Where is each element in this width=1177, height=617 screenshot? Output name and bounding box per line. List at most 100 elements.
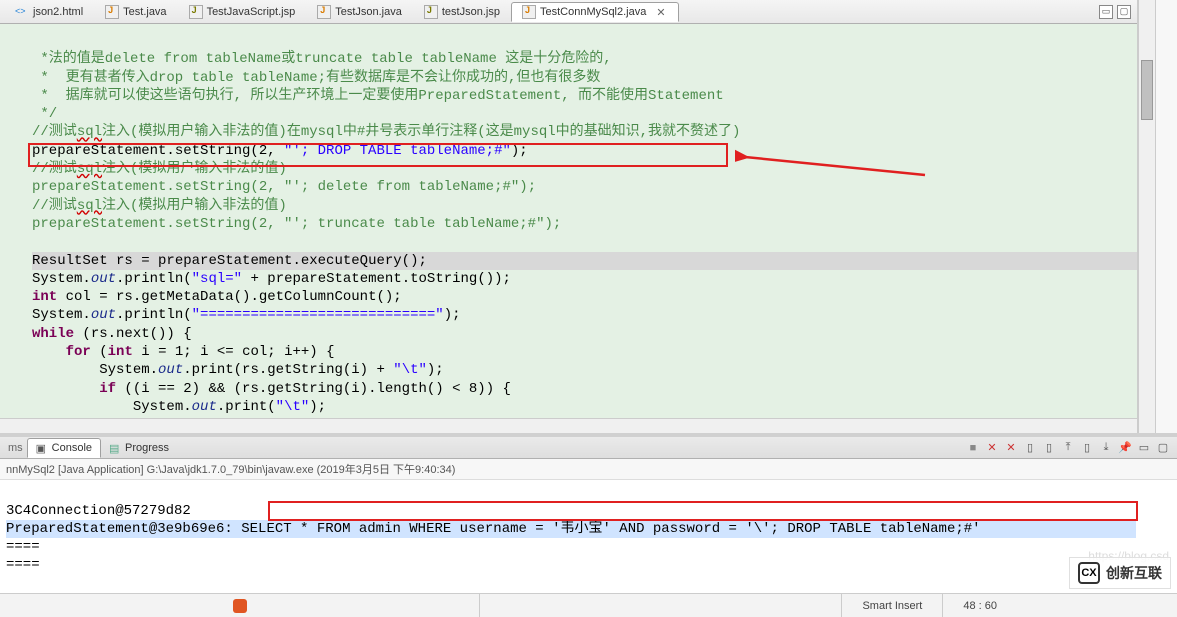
terminate-button[interactable]: ■ <box>965 440 981 456</box>
pin-button[interactable]: ⤓ <box>1098 440 1114 456</box>
code-field: out <box>192 399 217 415</box>
console-text: SELECT * FROM admin WHERE username = '韦小… <box>241 521 980 537</box>
tab-json2[interactable]: json2.html <box>4 2 94 22</box>
code-indent <box>32 362 99 378</box>
comment-line: *法的值是delete from tableName或truncate tabl… <box>32 51 612 67</box>
logo-mark-icon: CX <box>1078 562 1100 584</box>
tab-label: TestJson.java <box>335 6 402 18</box>
code-text: ); <box>444 307 461 323</box>
remove-launch-button[interactable]: ✕ <box>984 440 1000 456</box>
code-text: System. <box>32 271 91 287</box>
code-string: "\t" <box>276 399 310 415</box>
code-string: "'; DROP TABLE tableName;#" <box>284 143 511 159</box>
java-icon <box>317 5 331 19</box>
jsp-icon <box>424 5 438 19</box>
code-text: System. <box>99 362 158 378</box>
status-bar: Smart Insert 48 : 60 <box>0 593 1177 617</box>
status-position: 48 : 60 <box>942 594 1017 617</box>
code-text: col = rs.getMetaData().getColumnCount(); <box>57 289 401 305</box>
code-text: ); <box>511 143 528 159</box>
tab-label: TestJavaScript.jsp <box>207 6 296 18</box>
comment-text: prepareStatement <box>32 179 166 195</box>
code-indent <box>32 381 99 397</box>
comment-text: "'; truncate table tableName;#" <box>284 216 544 232</box>
editor-tabbar: json2.html Test.java TestJavaScript.jsp … <box>0 0 1137 24</box>
tab-progress[interactable]: Progress <box>101 438 177 458</box>
tab-label: testJson.jsp <box>442 6 500 18</box>
comment-text: "'; delete from tableName;#" <box>284 179 519 195</box>
code-keyword: int <box>108 344 133 360</box>
right-gutter <box>1155 0 1177 433</box>
code-keyword: for <box>66 344 91 360</box>
code-keyword: if <box>99 381 116 397</box>
code-string: "============================" <box>192 307 444 323</box>
underlined-text: sql <box>77 161 102 177</box>
comment-text: //测试 <box>32 198 77 214</box>
console-line: ==== <box>6 557 40 573</box>
code-keyword: int <box>32 289 57 305</box>
tab-testjavascript-jsp[interactable]: TestJavaScript.jsp <box>178 2 307 22</box>
comment-text: ); <box>545 216 562 232</box>
minimize-button[interactable]: ▭ <box>1099 5 1113 19</box>
code-field: out <box>91 271 116 287</box>
scroll-lock-button[interactable]: ⤒ <box>1060 440 1076 456</box>
minimize-panel-button[interactable]: ▭ <box>1136 440 1152 456</box>
status-icon <box>233 599 247 613</box>
comment-text: //测试 <box>32 124 77 140</box>
logo-text: 创新互联 <box>1106 563 1162 583</box>
tab-console[interactable]: Console <box>27 438 101 458</box>
tab-testconnmysql2[interactable]: TestConnMySql2.java <box>511 2 679 22</box>
code-text: ); <box>309 399 326 415</box>
code-identifier: prepareStatement <box>267 271 401 287</box>
code-string: "\t" <box>393 362 427 378</box>
clear-button[interactable]: ▯ <box>1079 440 1095 456</box>
progress-icon <box>109 442 121 454</box>
code-text: System. <box>133 399 192 415</box>
code-text: + <box>242 271 267 287</box>
console-line-selected: PreparedStatement@3e9b69e6: SELECT * FRO… <box>6 520 1136 538</box>
maximize-button[interactable]: ▢ <box>1117 5 1131 19</box>
maximize-panel-button[interactable]: ▢ <box>1155 440 1171 456</box>
remove-all-button[interactable]: ✕ <box>1003 440 1019 456</box>
underlined-text: sql <box>77 198 102 214</box>
close-icon[interactable] <box>656 6 668 18</box>
comment-text: .setString(2, <box>166 216 284 232</box>
code-text: System. <box>32 307 91 323</box>
code-indent <box>32 344 66 360</box>
code-text: .setString(2, <box>166 143 284 159</box>
comment-text: 注入(模拟用户输入非法的值) <box>102 198 287 214</box>
code-string: "sql=" <box>192 271 242 287</box>
code-text: ( <box>91 344 108 360</box>
tab-label: json2.html <box>33 6 83 18</box>
code-editor[interactable]: *法的值是delete from tableName或truncate tabl… <box>0 24 1137 433</box>
code-text: ((i == 2) && (rs.getString(i).length() <… <box>116 381 511 397</box>
display-button[interactable]: ▯ <box>1022 440 1038 456</box>
code-text: .toString()); <box>402 271 511 287</box>
pin2-button[interactable]: 📌 <box>1117 440 1133 456</box>
console-line: ==== <box>6 539 40 555</box>
comment-line: * 更有甚者传入drop table tableName;有些数据库是不会让你成… <box>32 70 600 86</box>
status-insert: Smart Insert <box>841 594 942 617</box>
console-text: PreparedStatement@3e9b69e6: <box>6 521 241 537</box>
code-text: .println( <box>116 307 192 323</box>
tab-testjson-java[interactable]: TestJson.java <box>306 2 413 22</box>
code-identifier: prepareStatement <box>158 253 292 269</box>
comment-text: ); <box>519 179 536 195</box>
comment-line: * 据库就可以使这些语句执行, 所以生产环境上一定要使用PreparedStat… <box>32 88 724 104</box>
scrollbar-thumb[interactable] <box>1141 60 1153 120</box>
code-text: .print(rs.getString(i) + <box>183 362 393 378</box>
code-text: ResultSet rs = <box>32 253 158 269</box>
tab-testjson-jsp[interactable]: testJson.jsp <box>413 2 511 22</box>
display2-button[interactable]: ▯ <box>1041 440 1057 456</box>
java-icon <box>105 5 119 19</box>
java-icon <box>522 5 536 19</box>
vertical-scrollbar[interactable] <box>1138 0 1155 433</box>
highlight-box-console <box>268 501 1138 521</box>
horizontal-scrollbar[interactable] <box>0 418 1137 433</box>
console-icon <box>36 442 48 454</box>
comment-text: prepareStatement <box>32 216 166 232</box>
tab-test-java[interactable]: Test.java <box>94 2 177 22</box>
tab-label: Console <box>52 442 92 454</box>
console-line: 3C4Connection@57279d82 <box>6 503 191 519</box>
console-output[interactable]: 3C4Connection@57279d82 PreparedStatement… <box>0 480 1177 589</box>
